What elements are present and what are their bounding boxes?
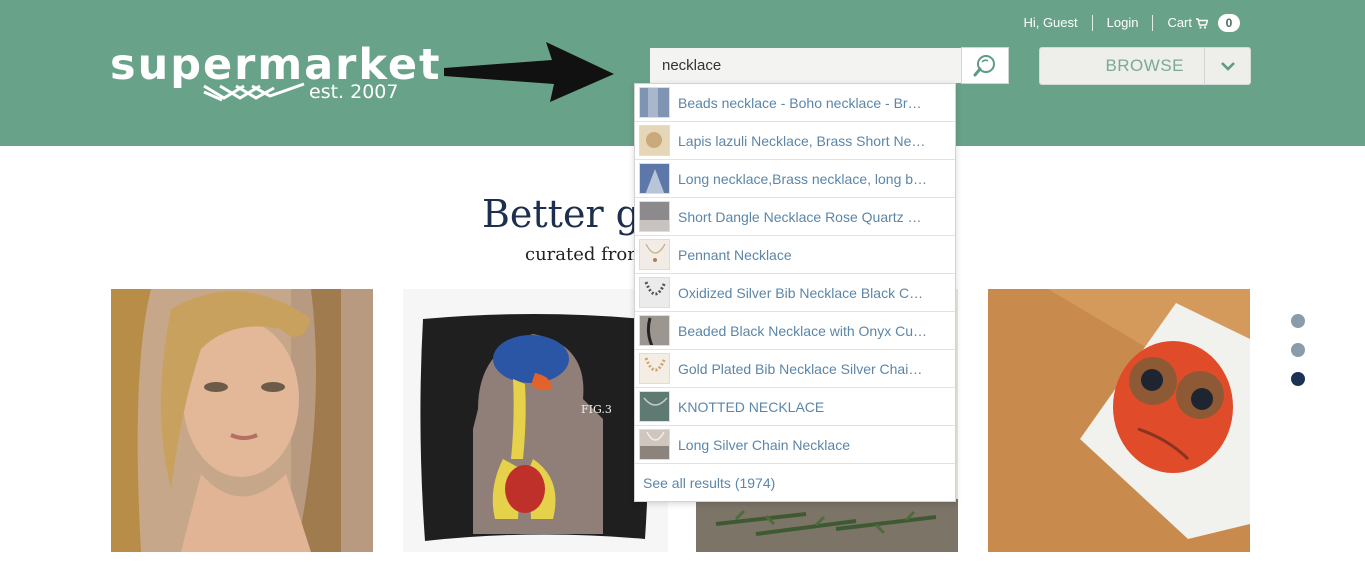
suggestion-item[interactable]: Short Dangle Necklace Rose Quartz … (635, 198, 955, 236)
suggestion-label: Gold Plated Bib Necklace Silver Chai… (678, 360, 923, 377)
suggestion-thumbnail (639, 163, 670, 194)
suggestion-item[interactable]: Long Silver Chain Necklace (635, 426, 955, 464)
greeting-text: Hi, Guest (1009, 15, 1093, 31)
suggestion-label: Long Silver Chain Necklace (678, 436, 850, 453)
svg-text:FIG.3: FIG.3 (581, 403, 612, 416)
suggestion-thumbnail (639, 429, 670, 460)
browse-menu[interactable]: BROWSE (1039, 47, 1251, 85)
carousel-dot[interactable] (1291, 343, 1305, 357)
cart-link[interactable]: Cart 0 (1153, 14, 1240, 32)
see-all-results-link[interactable]: See all results (1974) (635, 464, 955, 501)
logo-established: est. 2007 (309, 81, 399, 103)
browse-button[interactable]: BROWSE (1040, 48, 1204, 84)
suggestion-thumbnail (639, 391, 670, 422)
arrow-pointer-icon (444, 42, 614, 102)
supermarket-logo[interactable]: supermarket est. 2007 (110, 40, 440, 110)
suggestion-label: KNOTTED NECKLACE (678, 398, 825, 415)
suggestion-item[interactable]: Beaded Black Necklace with Onyx Cu… (635, 312, 955, 350)
suggestion-thumbnail (639, 125, 670, 156)
suggestion-item[interactable]: KNOTTED NECKLACE (635, 388, 955, 426)
suggestion-thumbnail (639, 315, 670, 346)
suggestion-thumbnail (639, 239, 670, 270)
browse-toggle-button[interactable] (1204, 48, 1250, 84)
suggestion-label: Oxidized Silver Bib Necklace Black C… (678, 284, 924, 301)
suggestion-thumbnail (639, 201, 670, 232)
portrait-image (111, 289, 373, 552)
gift-tile-portrait[interactable] (111, 289, 373, 552)
search-field[interactable] (649, 47, 962, 84)
suggestion-label: Lapis lazuli Necklace, Brass Short Ne… (678, 132, 926, 149)
top-navigation: Hi, Guest Login Cart 0 (1009, 13, 1240, 33)
search-suggestions-dropdown: Beads necklace - Boho necklace - Br… Lap… (634, 83, 956, 502)
suggestion-item[interactable]: Beads necklace - Boho necklace - Br… (635, 84, 955, 122)
login-link[interactable]: Login (1093, 15, 1154, 31)
search-input[interactable] (650, 48, 962, 83)
cart-icon (1196, 17, 1208, 29)
suggestion-label: Beads necklace - Boho necklace - Br… (678, 94, 922, 111)
chevron-down-icon (1220, 62, 1235, 71)
search-icon (973, 54, 995, 76)
cart-count-badge: 0 (1218, 14, 1240, 32)
suggestion-label: Pennant Necklace (678, 246, 792, 263)
suggestion-item[interactable]: Gold Plated Bib Necklace Silver Chai… (635, 350, 955, 388)
gift-tile-anatomy-pillow[interactable]: FIG.3 (403, 289, 668, 552)
search-button[interactable] (961, 47, 1009, 84)
gift-tile-owl-card[interactable] (988, 289, 1250, 552)
suggestion-thumbnail (639, 353, 670, 384)
anatomy-pillow-image: FIG.3 (403, 289, 668, 552)
suggestion-item[interactable]: Lapis lazuli Necklace, Brass Short Ne… (635, 122, 955, 160)
suggestion-thumbnail (639, 277, 670, 308)
carousel-dot-active[interactable] (1291, 372, 1305, 386)
suggestion-item[interactable]: Long necklace,Brass necklace, long b… (635, 160, 955, 198)
suggestion-label: Short Dangle Necklace Rose Quartz … (678, 208, 922, 225)
carousel-dot[interactable] (1291, 314, 1305, 328)
suggestion-label: Long necklace,Brass necklace, long b… (678, 170, 928, 187)
suggestion-item[interactable]: Pennant Necklace (635, 236, 955, 274)
owl-card-image (988, 289, 1250, 552)
logo-swoosh-icon (203, 82, 305, 102)
suggestion-label: Beaded Black Necklace with Onyx Cu… (678, 322, 927, 339)
suggestion-thumbnail (639, 87, 670, 118)
suggestion-item[interactable]: Oxidized Silver Bib Necklace Black C… (635, 274, 955, 312)
cart-label: Cart (1167, 15, 1192, 30)
hero-subtitle: curated from (525, 244, 645, 265)
